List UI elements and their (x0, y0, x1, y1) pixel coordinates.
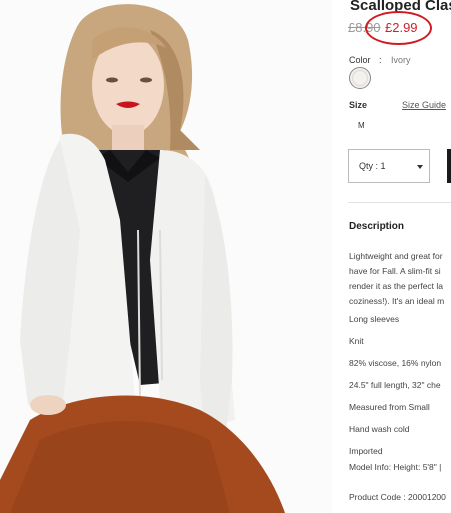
model-photo (0, 0, 332, 513)
price-highlight-circle (365, 11, 432, 45)
detail-item: Long sleeves (349, 314, 400, 324)
size-label: Size (349, 100, 368, 110)
description-line: render it as the perfect la (349, 281, 444, 291)
color-label: Color (349, 55, 371, 65)
detail-item: Knit (349, 336, 364, 346)
detail-item: 24.5" full length, 32" che (349, 380, 441, 390)
chevron-down-icon (417, 165, 423, 169)
product-code: Product Code : 20001200 (349, 492, 446, 502)
quantity-select[interactable]: Qty : 1 (348, 149, 430, 183)
quantity-value: Qty : 1 (359, 161, 386, 171)
detail-item: Model Info: Height: 5'8" | (349, 462, 442, 472)
description-line: coziness!). It's an ideal m (349, 296, 445, 306)
description-text: Lightweight and great for have for Fall.… (349, 249, 451, 309)
detail-item: Measured from Small (349, 402, 430, 412)
detail-item: Hand wash cold (349, 424, 410, 434)
size-guide-link[interactable]: Size Guide (402, 100, 446, 110)
product-image[interactable] (0, 0, 332, 513)
divider (348, 202, 451, 203)
add-to-bag-button[interactable] (447, 149, 451, 183)
size-option-m[interactable]: M (358, 121, 365, 130)
color-value: Ivory (391, 55, 411, 65)
product-info-panel: Scalloped Clas £8.90 £2.99 Color : Ivory… (348, 0, 451, 513)
color-swatch-ivory[interactable] (349, 67, 371, 89)
description-line: have for Fall. A slim-fit si (349, 266, 441, 276)
detail-item: Imported (349, 446, 383, 456)
color-separator: : (379, 55, 382, 65)
description-line: Lightweight and great for (349, 251, 443, 261)
detail-item: 82% viscose, 16% nylon (349, 358, 442, 368)
description-title: Description (349, 221, 405, 232)
